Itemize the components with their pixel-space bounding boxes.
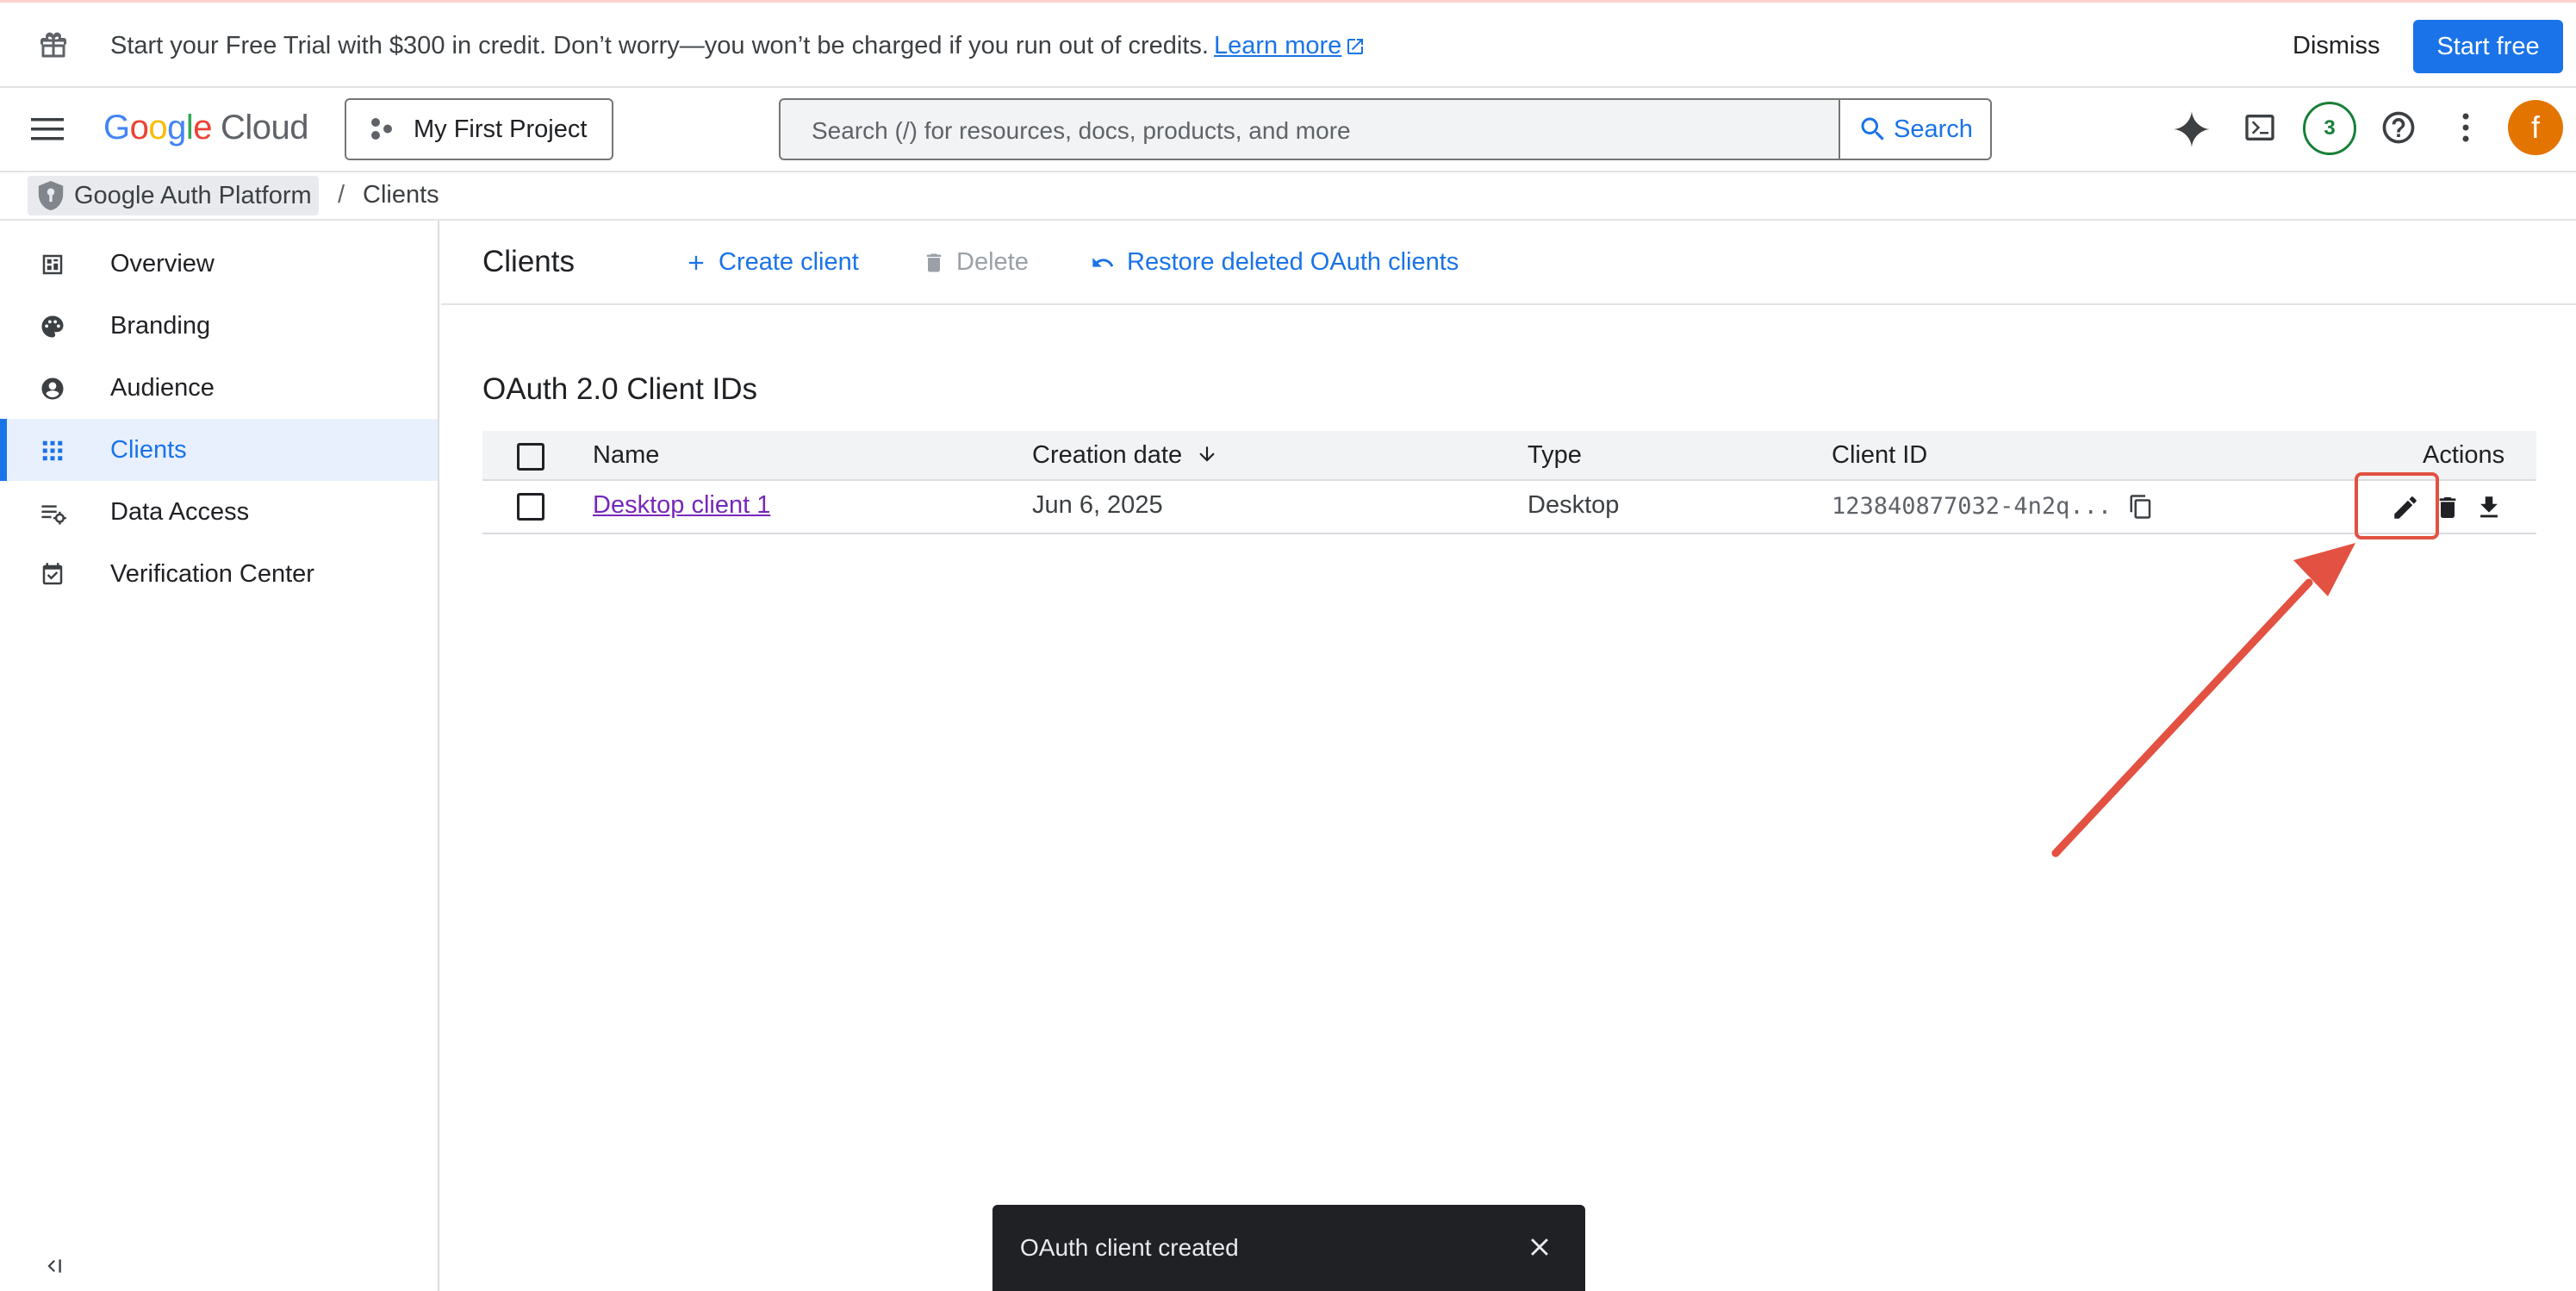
apps-grid-icon [40, 438, 65, 464]
client-type: Desktop [1528, 491, 1620, 519]
external-link-icon [1345, 36, 1366, 57]
sidebar-item-label: Audience [110, 374, 215, 402]
restore-label: Restore deleted OAuth clients [1127, 248, 1459, 276]
delete-button[interactable]: Delete [922, 248, 1029, 277]
column-header-name[interactable]: Name [593, 441, 659, 470]
palette-icon [40, 314, 65, 340]
gemini-sparkle-icon[interactable] [2171, 109, 2212, 150]
project-name: My First Project [414, 115, 588, 143]
breadcrumb-root[interactable]: Google Auth Platform [28, 176, 319, 215]
download-icon[interactable] [2474, 493, 2504, 522]
sidebar-item-label: Branding [110, 312, 211, 340]
project-hierarchy-icon [369, 116, 395, 142]
dismiss-button[interactable]: Dismiss [2293, 32, 2380, 60]
page-header: Clients Create client Delete Restore del… [441, 221, 2576, 305]
client-id-value: 123840877032-4n2q... [1832, 493, 2112, 520]
column-header-actions: Actions [2423, 441, 2505, 469]
snackbar-message: OAuth client created [1020, 1234, 1239, 1261]
sidebar-item-label: Clients [110, 436, 187, 464]
creation-date: Jun 6, 2025 [1032, 491, 1163, 519]
sidebar-item-data-access[interactable]: Data Access [0, 481, 438, 543]
learn-more-link[interactable]: Learn more [1214, 32, 1341, 59]
cloud-shell-terminal-icon[interactable] [2243, 110, 2277, 145]
gift-icon [38, 30, 69, 61]
logo-cloud-word: Cloud [221, 109, 309, 147]
breadcrumb: Google Auth Platform / Clients [0, 172, 2576, 221]
sort-descending-icon[interactable] [1196, 442, 1218, 466]
project-picker-button[interactable]: My First Project [345, 98, 613, 160]
client-name-link[interactable]: Desktop client 1 [593, 491, 770, 520]
sidebar-item-clients[interactable]: Clients [0, 419, 438, 481]
restore-deleted-clients-button[interactable]: Restore deleted OAuth clients [1089, 248, 1459, 277]
dashboard-icon [40, 252, 65, 278]
hamburger-menu-icon[interactable] [31, 115, 64, 143]
sidebar-item-overview[interactable]: Overview [0, 233, 438, 295]
breadcrumb-root-label: Google Auth Platform [74, 181, 312, 209]
breadcrumb-separator: / [338, 181, 345, 209]
row-select-checkbox[interactable] [517, 493, 544, 521]
sidebar-item-label: Overview [110, 250, 215, 278]
notifications-badge[interactable]: 3 [2303, 102, 2356, 155]
snackbar: OAuth client created [992, 1205, 1585, 1291]
data-access-icon [40, 500, 67, 526]
create-client-button[interactable]: Create client [684, 248, 859, 277]
account-circle-icon [40, 376, 65, 402]
sidebar-item-label: Verification Center [110, 560, 314, 588]
sidebar-item-audience[interactable]: Audience [0, 357, 438, 419]
table-row: Desktop client 1 Jun 6, 2025 Desktop 123… [482, 481, 2536, 534]
column-header-client-id: Client ID [1832, 441, 1928, 469]
search-icon [1857, 114, 1894, 145]
search-button-label: Search [1894, 115, 1973, 143]
google-cloud-logo[interactable]: Google Cloud [103, 109, 309, 147]
sidebar-item-branding[interactable]: Branding [0, 295, 438, 357]
sidebar-item-label: Data Access [110, 498, 250, 526]
page-title: Clients [482, 245, 575, 278]
search-box[interactable]: Search (/) for resources, docs, products… [779, 98, 1992, 160]
help-icon[interactable] [2380, 109, 2417, 147]
search-button[interactable]: Search [1839, 100, 1990, 159]
free-trial-banner: Start your Free Trial with $300 in credi… [0, 0, 2576, 88]
start-free-button[interactable]: Start free [2413, 20, 2563, 73]
top-app-bar: Google Cloud My First Project Search (/) … [0, 88, 2576, 172]
undo-icon [1089, 251, 1127, 275]
table-header: Name Creation date Type Client ID Action… [482, 431, 2536, 481]
sidebar-item-verification-center[interactable]: Verification Center [0, 543, 438, 605]
annotation-highlight-box [2355, 472, 2439, 539]
trash-icon [922, 251, 956, 275]
more-vert-icon[interactable] [2461, 112, 2471, 143]
shield-icon [36, 179, 74, 212]
close-icon[interactable] [1525, 1232, 1554, 1262]
sidebar: Overview Branding Audience Clients Data … [0, 221, 439, 1291]
create-client-label: Create client [719, 248, 859, 276]
delete-label: Delete [956, 248, 1029, 276]
account-avatar[interactable]: f [2508, 100, 2563, 155]
select-all-checkbox[interactable] [517, 443, 544, 471]
column-header-creation-date-label: Creation date [1032, 441, 1183, 469]
column-header-creation-date[interactable]: Creation date [1032, 441, 1218, 470]
section-title-oauth-client-ids: OAuth 2.0 Client IDs [482, 372, 758, 406]
banner-message: Start your Free Trial with $300 in credi… [110, 32, 1366, 60]
breadcrumb-current: Clients [363, 181, 439, 209]
column-header-type: Type [1528, 441, 1582, 469]
plus-icon [684, 251, 719, 275]
verified-checkbox-icon [40, 562, 65, 588]
collapse-sidebar-icon[interactable] [43, 1255, 65, 1277]
logo-google-word: Google [103, 109, 213, 147]
search-input[interactable]: Search (/) for resources, docs, products… [812, 117, 1351, 145]
copy-icon[interactable] [2128, 493, 2154, 521]
